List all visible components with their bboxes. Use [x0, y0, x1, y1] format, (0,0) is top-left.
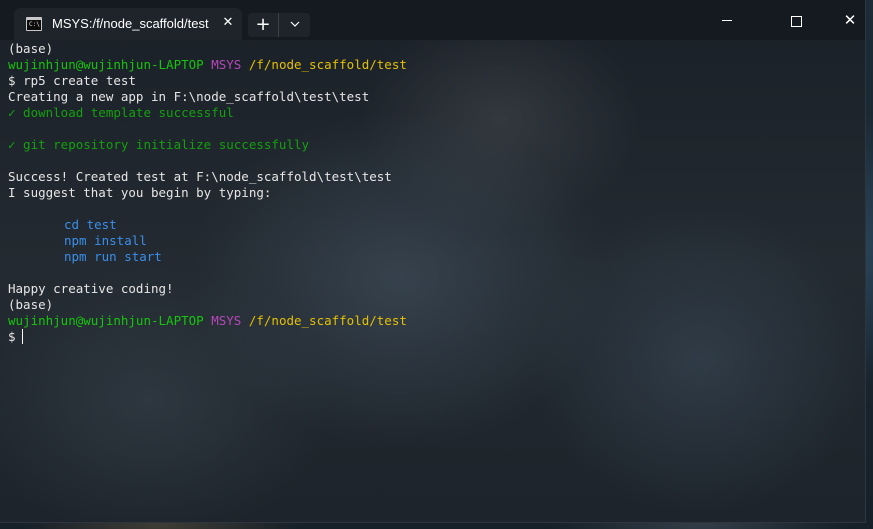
suggested-command: npm install [64, 233, 147, 248]
output-check-git: ✓ git repository initialize successfully [8, 137, 310, 152]
tab-title: MSYS:/f/node_scaffold/test [52, 16, 209, 31]
output-success: Success! Created test at F:\node_scaffol… [8, 169, 392, 184]
input-line[interactable]: $ [8, 329, 24, 345]
prompt-symbol: $ [8, 73, 16, 88]
prompt-line: wujinhjun@wujinhjun-LAPTOP MSYS /f/node_… [8, 57, 407, 73]
terminal-window: C:\ MSYS:/f/node_scaffold/test ✕ + ✕ (ba… [0, 0, 866, 523]
close-icon: ✕ [843, 11, 857, 29]
output-creating: Creating a new app in F:\node_scaffold\t… [8, 89, 370, 104]
user-host: wujinhjun@wujinhjun-LAPTOP [8, 57, 204, 72]
close-window-button[interactable]: ✕ [827, 0, 873, 40]
close-tab-icon[interactable]: ✕ [220, 15, 236, 31]
terminal-output[interactable]: (base) wujinhjun@wujinhjun-LAPTOP MSYS /… [0, 41, 865, 522]
output-check-download: ✓ download template successful [8, 105, 234, 120]
tab-msys[interactable]: C:\ MSYS:/f/node_scaffold/test ✕ [14, 8, 242, 40]
chevron-down-icon[interactable] [279, 13, 310, 37]
minimize-button[interactable] [704, 0, 750, 40]
title-bar[interactable]: C:\ MSYS:/f/node_scaffold/test ✕ + ✕ [0, 0, 865, 40]
suggested-command: npm run start [64, 249, 162, 264]
command-text: rp5 create test [23, 73, 136, 88]
shell-name: MSYS [211, 57, 242, 72]
output-suggest: I suggest that you begin by typing: [8, 185, 272, 200]
new-tab-button[interactable]: + [248, 13, 279, 37]
maximize-icon [791, 16, 802, 27]
command-line: $ rp5 create test [8, 73, 136, 89]
current-path: /f/node_scaffold/test [248, 313, 407, 328]
console-icon: C:\ [26, 17, 42, 31]
env-label: (base) [8, 41, 54, 56]
current-path: /f/node_scaffold/test [248, 57, 407, 72]
suggested-command: cd test [64, 217, 117, 232]
user-host: wujinhjun@wujinhjun-LAPTOP [8, 313, 204, 328]
prompt-symbol: $ [8, 329, 16, 344]
minimize-icon [722, 20, 732, 21]
text-cursor [21, 329, 24, 344]
env-label: (base) [8, 297, 54, 312]
maximize-button[interactable] [773, 0, 819, 40]
prompt-line: wujinhjun@wujinhjun-LAPTOP MSYS /f/node_… [8, 313, 407, 329]
tab-actions: + [248, 13, 310, 37]
output-happy: Happy creative coding! [8, 281, 174, 296]
shell-name: MSYS [211, 313, 242, 328]
